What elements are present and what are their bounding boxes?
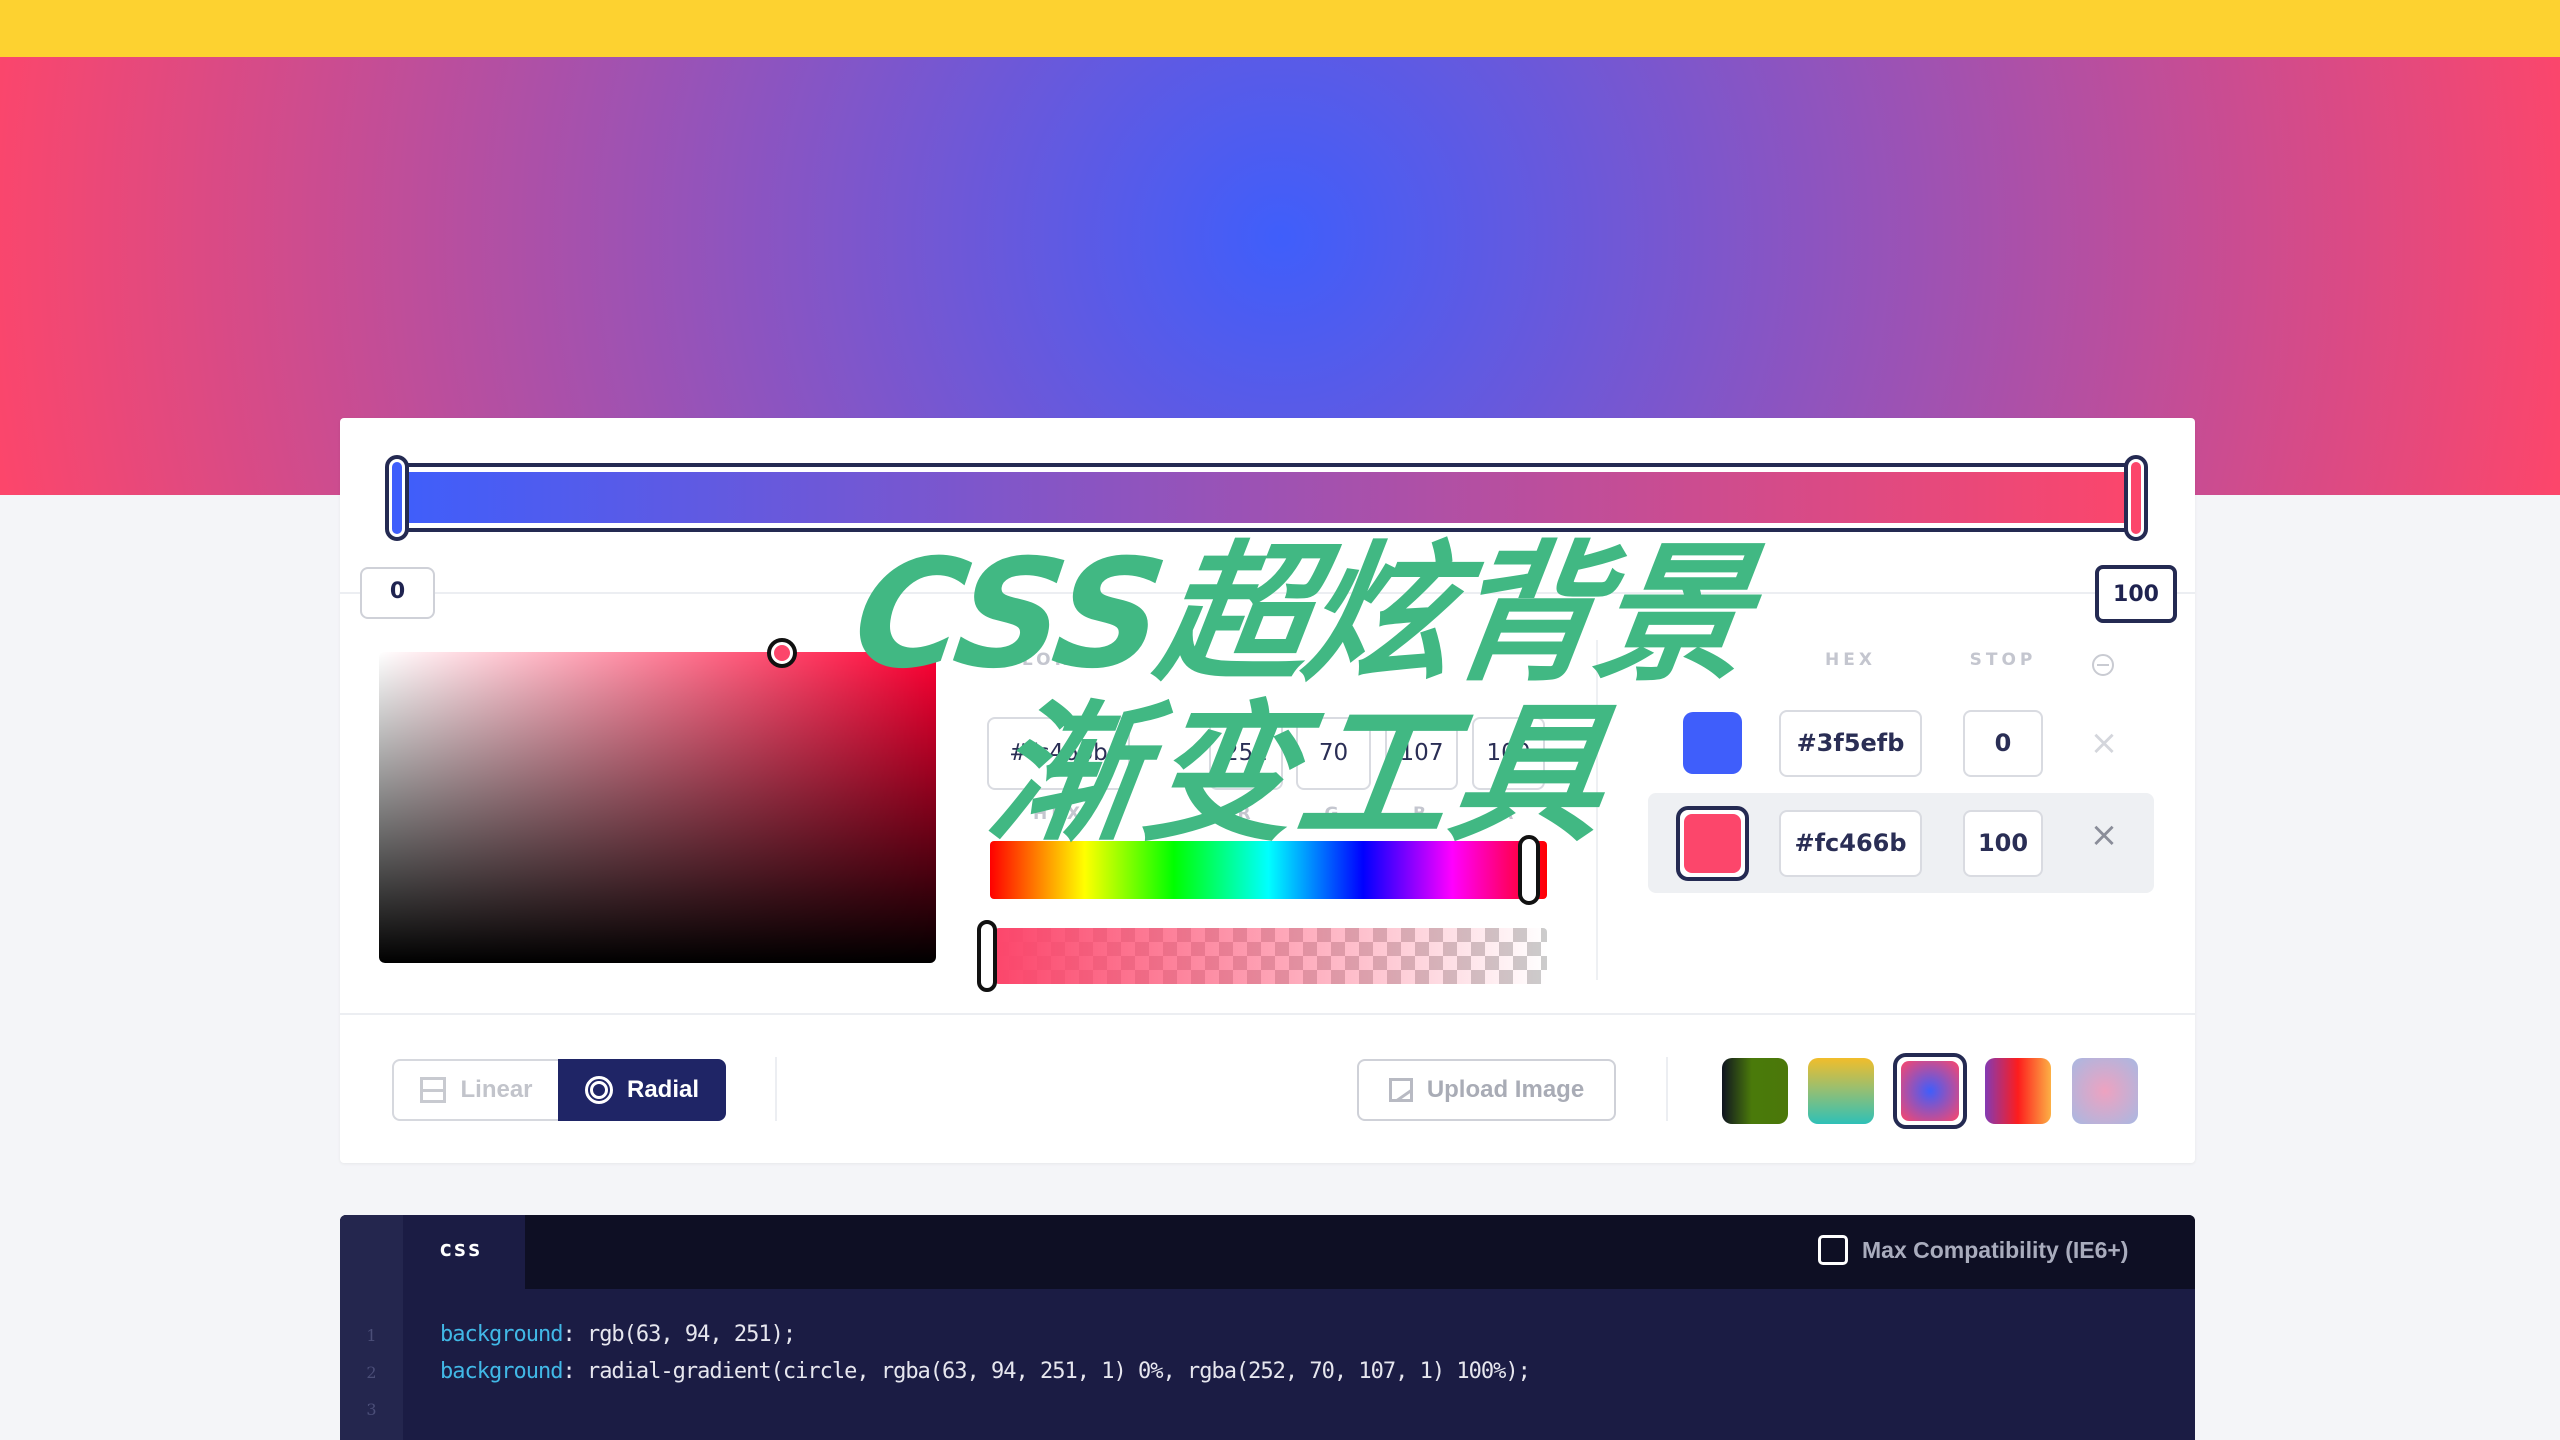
column-divider — [1596, 640, 1598, 980]
line-number: 3 — [366, 1400, 377, 1419]
stop-position-start[interactable]: 0 — [360, 567, 435, 619]
stops-header-hex: HEX — [1825, 650, 1876, 670]
code-line[interactable]: background: rgb(63, 94, 251); — [440, 1322, 796, 1347]
color-label: COLOR — [987, 650, 1072, 670]
red-label: R — [1237, 804, 1255, 824]
preset-swatch[interactable] — [1722, 1058, 1788, 1124]
css-property: background — [440, 1322, 563, 1347]
preset-swatch[interactable] — [1808, 1058, 1874, 1124]
green-input[interactable]: 70 — [1296, 717, 1371, 790]
compat-label: Max Compatibility (IE6+) — [1862, 1236, 2129, 1263]
preset-swatch-selected[interactable] — [1893, 1053, 1967, 1129]
stop-handle-end-color — [2131, 462, 2141, 534]
css-property: background — [440, 1359, 563, 1384]
compat-checkbox[interactable] — [1818, 1235, 1848, 1265]
upload-image-button[interactable]: Upload Image — [1357, 1059, 1616, 1121]
alpha-slider[interactable] — [995, 928, 1547, 984]
stop-handle-start-color — [392, 462, 402, 534]
preset-swatch[interactable] — [1985, 1058, 2051, 1124]
css-value: : radial-gradient(circle, rgba(63, 94, 2… — [562, 1359, 1530, 1384]
tab-css[interactable]: css — [403, 1215, 525, 1289]
linear-icon — [420, 1077, 447, 1103]
linear-label: Linear — [460, 1076, 533, 1103]
alpha-slider-fill — [995, 928, 1547, 984]
toolbar-separator — [775, 1057, 777, 1121]
upload-label: Upload Image — [1426, 1076, 1585, 1103]
saturation-thumb-color — [774, 645, 790, 661]
stop-handle-end[interactable] — [2124, 455, 2148, 541]
gradient-stop-bar[interactable] — [400, 463, 2138, 532]
stop-color-swatch-fill — [1684, 814, 1741, 873]
css-value: : rgb(63, 94, 251); — [562, 1322, 796, 1347]
radial-button[interactable]: Radial — [558, 1059, 726, 1121]
linear-button[interactable]: Linear — [392, 1059, 559, 1121]
hue-slider[interactable] — [990, 841, 1547, 899]
line-number: 1 — [366, 1326, 377, 1345]
stops-header-stop: STOP — [1969, 650, 2037, 670]
max-compatibility-toggle[interactable]: Max Compatibility (IE6+) — [1818, 1235, 2128, 1265]
code-line[interactable]: background: radial-gradient(circle, rgba… — [440, 1359, 1531, 1384]
toolbar-separator — [1666, 1057, 1668, 1121]
stop-hex-input[interactable]: #3f5efb — [1779, 710, 1922, 777]
preset-swatch-fill — [1901, 1061, 1959, 1121]
alpha-input[interactable]: 100 — [1472, 717, 1545, 790]
top-banner — [0, 0, 2560, 57]
image-icon — [1388, 1078, 1413, 1102]
blue-label: B — [1413, 804, 1430, 824]
blue-input[interactable]: 107 — [1385, 717, 1458, 790]
stop-color-swatch-selected[interactable] — [1676, 806, 1749, 881]
radial-icon — [584, 1076, 613, 1104]
gradient-stop-bar-fill — [400, 472, 2138, 523]
radial-label: Radial — [626, 1076, 700, 1103]
hue-thumb[interactable] — [1518, 835, 1540, 905]
divider — [340, 1013, 2195, 1015]
line-number: 2 — [366, 1363, 377, 1382]
divider — [340, 592, 2195, 594]
remove-stop-icon[interactable]: × — [2089, 818, 2119, 852]
alpha-label: A — [1499, 804, 1518, 824]
green-label: G — [1324, 804, 1343, 824]
preset-swatch[interactable] — [2072, 1058, 2138, 1124]
remove-all-icon[interactable] — [2092, 654, 2114, 676]
stop-handle-start[interactable] — [385, 455, 409, 541]
saturation-thumb[interactable] — [767, 638, 797, 668]
red-input[interactable]: 252 — [1209, 717, 1283, 790]
stop-position-input[interactable]: 0 — [1963, 710, 2043, 777]
alpha-thumb[interactable] — [977, 920, 997, 992]
stop-hex-input[interactable]: #fc466b — [1779, 810, 1922, 877]
stop-position-end[interactable]: 100 — [2095, 565, 2177, 623]
hex-input[interactable]: #fc466b — [987, 717, 1130, 790]
remove-stop-icon[interactable]: × — [2089, 726, 2119, 760]
hex-label: HEX — [1033, 804, 1084, 824]
stop-color-swatch[interactable] — [1683, 712, 1742, 774]
saturation-picker[interactable] — [379, 652, 936, 963]
stop-position-input[interactable]: 100 — [1963, 810, 2043, 877]
